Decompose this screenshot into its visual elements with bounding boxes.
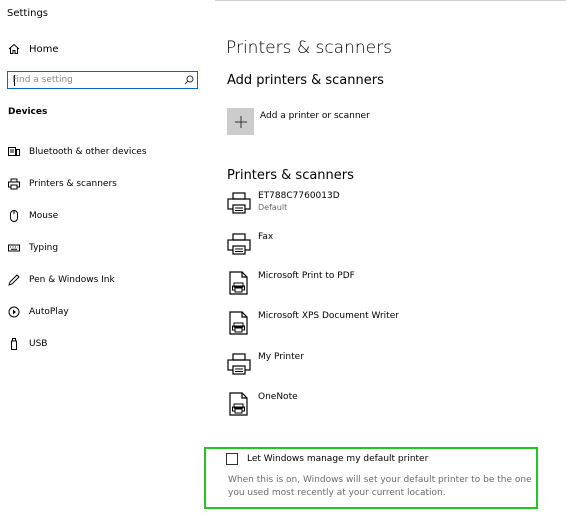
home-icon	[8, 43, 20, 54]
add-printer-button[interactable]	[227, 108, 254, 135]
printers-list-heading: Printers & scanners	[227, 168, 354, 183]
sidebar-item-label: Typing	[29, 243, 59, 253]
default-printer-checkbox-label: Let Windows manage my default printer	[247, 454, 429, 464]
default-printer-description: When this is on, Windows will set your d…	[228, 475, 532, 498]
printer-icon	[227, 192, 251, 214]
document-printer-icon	[229, 311, 248, 335]
sidebar-item-label: Pen & Windows Ink	[29, 275, 115, 285]
default-printer-toggle[interactable]: Let Windows manage my default printer	[226, 453, 428, 465]
search-box[interactable]	[7, 71, 198, 89]
add-section-heading: Add printers & scanners	[227, 73, 384, 88]
printer-name: OneNote	[258, 392, 298, 402]
sidebar-section-title: Devices	[8, 107, 48, 117]
sidebar-item-label: Printers & scanners	[29, 179, 117, 189]
autoplay-icon	[8, 306, 20, 318]
pen-icon	[8, 274, 20, 286]
printer-list-item[interactable]: Fax	[227, 232, 273, 256]
printer-list-item[interactable]: My Printer	[227, 352, 304, 376]
title-bar-border	[215, 0, 566, 1]
mouse-icon	[10, 210, 18, 222]
plus-icon	[234, 115, 247, 128]
printer-list-item[interactable]: Microsoft XPS Document Writer	[227, 311, 399, 335]
page-title: Printers & scanners	[226, 38, 392, 58]
search-input[interactable]	[12, 73, 180, 87]
search-icon[interactable]	[184, 75, 194, 85]
home-nav-item[interactable]: Home	[8, 43, 59, 55]
sidebar-item-mouse[interactable]: Mouse	[8, 206, 58, 226]
printer-name: Microsoft XPS Document Writer	[258, 311, 399, 321]
sidebar-item-autoplay[interactable]: AutoPlay	[8, 302, 69, 322]
printer-status: Default	[258, 203, 288, 212]
sidebar-item-label: AutoPlay	[29, 307, 69, 317]
usb-icon	[11, 338, 17, 350]
sidebar-item-label: Mouse	[29, 211, 59, 221]
printer-name: ET788C7760013D	[258, 191, 340, 201]
printer-name: Fax	[258, 232, 274, 242]
printer-name: Microsoft Print to PDF	[258, 271, 355, 281]
add-printer-label[interactable]: Add a printer or scanner	[260, 111, 370, 121]
sidebar-item-usb[interactable]: USB	[8, 334, 47, 354]
printer-list-item[interactable]: OneNote	[227, 392, 298, 416]
document-printer-icon	[229, 271, 248, 295]
sidebar-item-typing[interactable]: Typing	[8, 238, 58, 258]
sidebar-item-pen[interactable]: Pen & Windows Ink	[8, 270, 115, 290]
printer-icon	[227, 233, 251, 255]
sidebar-item-label: Bluetooth & other devices	[29, 147, 147, 157]
sidebar-item-label: USB	[29, 339, 48, 349]
sidebar-item-bluetooth[interactable]: Bluetooth & other devices	[8, 142, 147, 162]
printer-list-item[interactable]: ET788C7760013D Default	[227, 191, 340, 215]
keyboard-icon	[8, 244, 20, 252]
window-title: Settings	[7, 8, 49, 19]
home-label: Home	[29, 43, 59, 55]
printer-icon	[8, 178, 20, 190]
printer-name: My Printer	[258, 352, 304, 362]
printer-icon	[227, 353, 251, 375]
bluetooth-devices-icon	[8, 147, 20, 156]
printer-list-item[interactable]: Microsoft Print to PDF	[227, 271, 355, 295]
sidebar-item-printers[interactable]: Printers & scanners	[8, 174, 117, 194]
document-printer-icon	[229, 392, 248, 416]
default-printer-checkbox[interactable]	[226, 453, 238, 465]
